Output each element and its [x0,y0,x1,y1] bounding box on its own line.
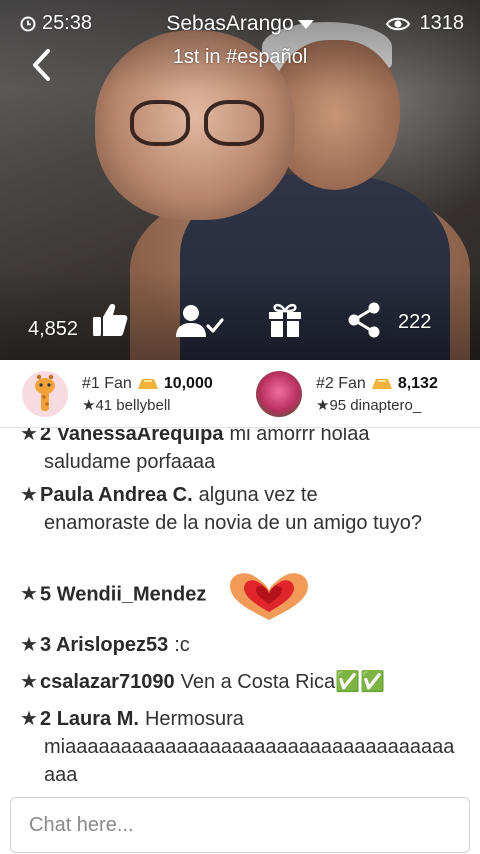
chat-user[interactable]: Paula Andrea C. [40,484,193,506]
chat-text: Ven a Costa Rica✅✅ [180,671,385,693]
star-icon: ★ [20,708,38,730]
chat-message: ★ 3 Arislopez53 :c [20,631,460,659]
star-icon: ★ [20,484,38,506]
star-icon: ★ [20,428,38,445]
fan-rank: #1 Fan [82,374,132,392]
top-fans-bar: #1 Fan 10,000 ★41 bellybell #2 Fan 8,132 [0,360,480,428]
star-icon: ★ [20,634,38,656]
chat-user[interactable]: csalazar71090 [40,671,175,693]
chat-message: ★ Paula Andrea C. alguna vez te enamoraste… [20,481,460,537]
fan-avatar [22,371,68,417]
chat-user[interactable]: 3 Arislopez53 [40,634,168,656]
eye-icon [385,17,410,30]
chat-user[interactable]: 2 VanessaArequipa [40,428,223,445]
share-icon [348,302,380,338]
chat-message: ★ 5 Wendii_Mendez [20,568,460,622]
stream-rank: 1st in #español [172,46,308,68]
user-check-icon [176,305,224,337]
viewer-count: 1318 [385,12,465,35]
chat-text: alguna vez te [198,484,318,506]
follow-button[interactable] [176,304,224,338]
gift-button[interactable] [268,302,302,338]
chat-user[interactable]: 2 Laura M. [40,708,139,730]
viewer-count-value: 1318 [419,12,465,34]
thumbs-up-icon [93,304,128,336]
fan-avatar [256,371,302,417]
guest-glasses [130,100,270,148]
share-count: 222 [398,311,432,333]
heart-hands-icon [229,573,308,620]
chat-user[interactable]: 5 Wendii_Mendez [40,583,206,605]
chat-text: Hermosura [144,708,244,730]
chat-text: :c [174,634,190,656]
fan-user: ★41 bellybell [82,396,171,414]
share-button[interactable] [346,302,382,338]
chat-message: ★ 2 VanessaArequipa mi amorrr holaa saluda… [20,428,460,476]
star-icon: ★ [20,671,38,693]
fan-rank: #2 Fan [316,374,366,392]
star-icon: ★ [20,583,38,606]
gold-bar-icon [137,378,158,389]
fan-amount: 8,132 [397,374,438,392]
chat-text-cont: miaaaaaaaaaaaaaaaaaaaaaaaaaaaaaaaaaaaaaa [44,736,455,786]
giraffe-avatar-icon [35,374,55,411]
host-name-label: SebasArango [166,12,294,35]
chat-text-cont: enamoraste de la novia de un amigo tuyo? [44,512,423,534]
gift-icon [269,303,301,337]
fan-user: ★95 dinaptero_ [316,396,422,414]
chat-message: ★ csalazar71090 Ven a Costa Rica✅✅ [20,668,460,696]
fan-amount: 10,000 [163,374,213,392]
chat-feed[interactable]: ★ 2 VanessaArequipa mi amorrr holaa saluda… [0,428,480,790]
chat-text: mi amorrr holaa [229,428,370,445]
like-button[interactable] [92,302,128,338]
chat-text-cont: saludame porfaaaa [44,451,216,473]
like-count: 4,852 [28,318,79,340]
fan-entry-1[interactable]: #1 Fan 10,000 ★41 bellybell [22,368,213,420]
chat-input[interactable] [10,797,470,853]
caret-down-icon [297,19,314,29]
fan-entry-2[interactable]: #2 Fan 8,132 ★95 dinaptero_ [256,368,438,420]
gold-bar-icon [371,378,392,389]
chat-message: ★ 2 Laura M. Hermosura miaaaaaaaaaaaaaaaaa… [20,705,460,789]
back-arrow-icon[interactable] [30,48,52,82]
